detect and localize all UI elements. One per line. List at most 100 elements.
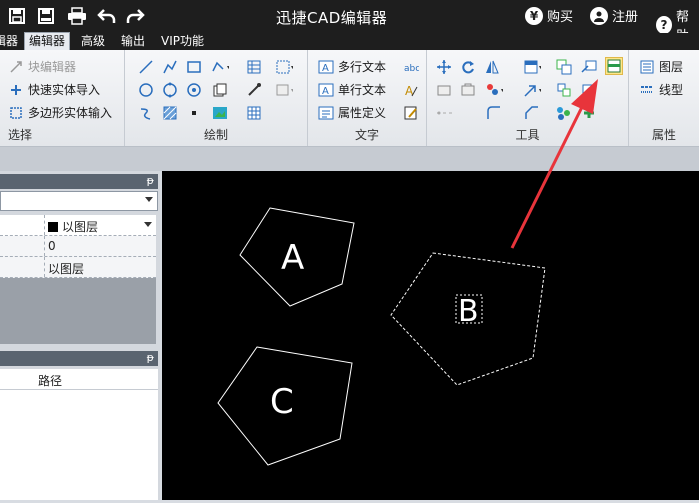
spline-icon[interactable] — [137, 104, 155, 122]
property-row-layer[interactable]: 0 — [0, 236, 156, 257]
copy-block-icon[interactable] — [435, 81, 453, 99]
arc-dropdown-icon[interactable] — [211, 58, 229, 76]
group-select: 块编辑器 快速实体导入 多边形实体输入 选择 — [0, 50, 125, 146]
svg-text:A: A — [322, 63, 329, 74]
print-icon[interactable] — [66, 5, 88, 27]
circle-icon[interactable] — [137, 81, 155, 99]
tab-advanced[interactable]: 高级 — [77, 33, 109, 50]
chevron-down-icon — [145, 197, 153, 202]
mirror-icon[interactable] — [483, 58, 501, 76]
yen-icon: ¥ — [525, 6, 543, 25]
highlighted-tool-icon[interactable] — [605, 57, 623, 75]
linetype-value: 以图层 — [48, 262, 85, 276]
pin-icon[interactable]: ᵽ — [147, 351, 154, 364]
mtext-icon: A — [318, 60, 334, 74]
point-icon[interactable] — [185, 104, 203, 122]
property-row-color[interactable]: 以图层 — [0, 215, 156, 236]
group-draw: 绘制 — [125, 50, 308, 146]
document-tab-strip — [0, 147, 699, 171]
tab-vip[interactable]: VIP功能 — [157, 33, 208, 50]
ribbon: 块编辑器 快速实体导入 多边形实体输入 选择 绘制 A 多行文本 A 单行文本 … — [0, 50, 699, 147]
fillet-icon[interactable] — [523, 104, 541, 122]
image-icon[interactable] — [211, 104, 229, 122]
title-bar: 迅捷CAD编辑器 ¥ 购买 注册 ? 帮助 — [0, 0, 699, 44]
explode-icon[interactable] — [555, 81, 573, 99]
properties-panel-header: ᵽ — [0, 174, 158, 189]
group-properties: 图层 线型 属性 — [629, 50, 699, 146]
donut-icon[interactable] — [185, 81, 203, 99]
paste-block-icon[interactable] — [459, 81, 477, 99]
undo-icon[interactable] — [96, 5, 118, 27]
shape-label-c: C — [270, 382, 294, 422]
drawing-canvas[interactable]: A B C — [162, 171, 699, 500]
group-label-properties: 属性 — [651, 128, 676, 142]
block-editor-icon — [10, 60, 22, 73]
add-green-icon[interactable] — [580, 104, 598, 122]
text-style-icon[interactable]: abc — [402, 58, 420, 76]
insert-block-dropdown-icon[interactable] — [275, 81, 293, 99]
table-icon[interactable] — [245, 58, 263, 76]
shape-label-a: A — [281, 238, 304, 278]
insert-external-icon[interactable] — [580, 58, 598, 76]
tab-output[interactable]: 输出 — [117, 33, 149, 50]
copy-icon[interactable] — [211, 81, 229, 99]
quick-import-button[interactable]: 快速实体导入 — [8, 81, 100, 98]
hatch-dropdown-icon[interactable] — [275, 58, 293, 76]
color-swatch — [48, 221, 58, 232]
linetype-button[interactable]: 线型 — [639, 81, 683, 98]
menu-bar: 编辑器 编辑器 高级 输出 VIP功能 — [0, 32, 699, 51]
export-icon[interactable] — [580, 81, 598, 99]
group-label-tools: 工具 — [515, 128, 540, 142]
attdef-button[interactable]: 属性定义 — [318, 104, 386, 121]
text-note-icon[interactable] — [402, 104, 420, 122]
color-value: 以图层 — [62, 220, 99, 234]
svg-text:A: A — [322, 86, 329, 97]
layer-icon — [640, 60, 654, 73]
move-icon[interactable] — [435, 58, 453, 76]
layer-value: 0 — [48, 239, 56, 253]
grid-table-icon[interactable] — [245, 104, 263, 122]
save-as-icon[interactable] — [35, 5, 57, 27]
polyline-icon[interactable] — [161, 58, 179, 76]
polygon-input-button[interactable]: 多边形实体输入 — [8, 104, 112, 121]
gradient-hatch-icon[interactable] — [161, 104, 179, 122]
scale-dropdown-icon[interactable] — [523, 81, 541, 99]
match-props-icon[interactable] — [485, 81, 503, 99]
left-panel: ᵽ 以图层 0 以图层 ᵽ 路径 — [0, 171, 160, 500]
window-title: 迅捷CAD编辑器 — [276, 9, 388, 27]
rectangle-icon[interactable] — [185, 58, 203, 76]
tab-editor-left[interactable]: 编辑器 — [0, 33, 22, 50]
buy-button[interactable]: ¥ 购买 — [525, 6, 573, 25]
stext-icon: A — [318, 83, 334, 97]
plus-icon — [11, 84, 21, 95]
array-icon[interactable] — [555, 104, 573, 122]
pin-icon[interactable]: ᵽ — [147, 174, 154, 187]
entity-type-combo[interactable] — [0, 191, 158, 211]
layer-button[interactable]: 图层 — [639, 58, 683, 75]
register-button[interactable]: 注册 — [590, 6, 638, 25]
trim-icon[interactable] — [485, 104, 503, 122]
block-editor-button[interactable]: 块编辑器 — [8, 58, 76, 75]
save-icon[interactable] — [6, 5, 28, 27]
text-edit-icon[interactable]: A — [402, 81, 420, 99]
measure-icon[interactable] — [435, 104, 453, 122]
svg-text:abc: abc — [404, 64, 419, 74]
path-column-header[interactable]: 路径 — [38, 372, 62, 389]
blocks-panel-header: ᵽ — [0, 351, 158, 366]
chevron-down-icon[interactable] — [144, 222, 152, 227]
redo-icon[interactable] — [124, 5, 146, 27]
group-label-text: 文字 — [354, 128, 379, 142]
rotate-icon[interactable] — [459, 58, 477, 76]
attdef-icon — [318, 106, 334, 119]
line-icon[interactable] — [137, 58, 155, 76]
property-row-linetype[interactable]: 以图层 — [0, 257, 156, 278]
user-icon — [590, 6, 608, 25]
tab-editor[interactable]: 编辑器 — [24, 32, 71, 51]
brush-icon[interactable] — [245, 81, 263, 99]
group-icon[interactable] — [555, 58, 573, 76]
layer-state-icon[interactable] — [523, 58, 541, 76]
ellipse-icon[interactable] — [161, 81, 179, 99]
stext-button[interactable]: A 单行文本 — [318, 81, 386, 98]
blocks-list-header: 路径 — [0, 369, 158, 390]
mtext-button[interactable]: A 多行文本 — [318, 58, 386, 75]
